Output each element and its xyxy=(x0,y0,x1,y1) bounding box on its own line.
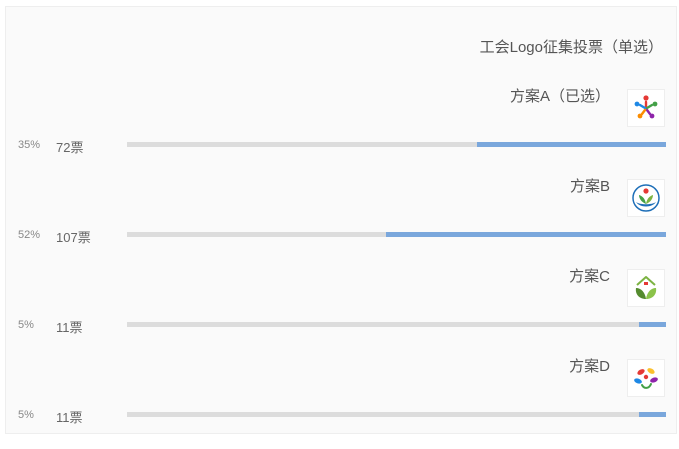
vote-progress-fill xyxy=(639,412,666,417)
option-label: 方案C xyxy=(569,268,610,285)
vote-progress-bar xyxy=(127,232,666,237)
people-logo-icon[interactable] xyxy=(627,89,665,127)
vote-progress-bar xyxy=(127,322,666,327)
vote-count: 11票 xyxy=(56,410,83,425)
vote-percent: 52% xyxy=(18,229,41,241)
poll-option-c[interactable]: 方案C 11票 5% xyxy=(6,268,676,359)
vote-percent: 35% xyxy=(18,139,41,151)
vote-percent: 5% xyxy=(18,319,34,331)
vote-progress-fill xyxy=(385,232,666,237)
vote-progress-bar xyxy=(127,412,666,417)
vote-count: 107票 xyxy=(56,230,91,245)
poll-card: 工会Logo征集投票（单选） 方案A（已选） 72票 35% 方案B 107票 … xyxy=(5,6,677,434)
vote-progress-bar xyxy=(127,142,666,147)
poll-title: 工会Logo征集投票（单选） xyxy=(479,39,663,56)
option-label: 方案D xyxy=(569,358,610,375)
vote-percent: 5% xyxy=(18,409,34,421)
vote-progress-fill xyxy=(639,322,666,327)
poll-option-a[interactable]: 方案A（已选） 72票 35% xyxy=(6,88,676,179)
poll-option-b[interactable]: 方案B 107票 52% xyxy=(6,178,676,269)
vote-count: 72票 xyxy=(56,140,84,155)
house-leaf-logo-icon[interactable] xyxy=(627,269,665,307)
vote-count: 11票 xyxy=(56,320,83,335)
hand-sprout-logo-icon[interactable] xyxy=(627,179,665,217)
petals-logo-icon[interactable] xyxy=(627,359,665,397)
poll-option-d[interactable]: 方案D 11票 5% xyxy=(6,358,676,449)
option-label: 方案A（已选） xyxy=(509,88,610,105)
vote-progress-fill xyxy=(477,142,666,147)
option-label: 方案B xyxy=(569,178,610,195)
